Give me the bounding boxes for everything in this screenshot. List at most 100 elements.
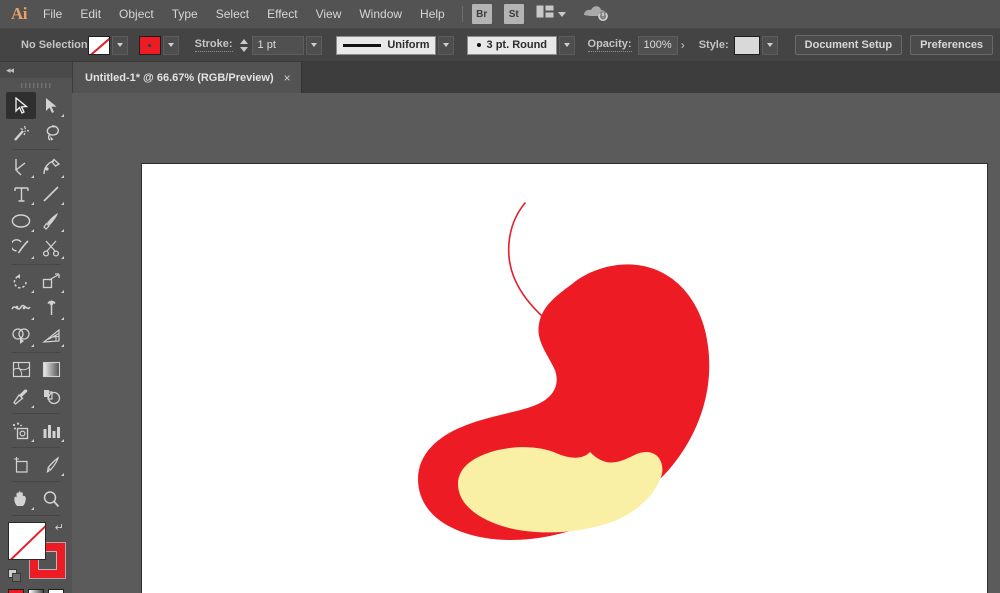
artboard[interactable] [141, 163, 988, 593]
tool-flyout-indicator[interactable] [61, 114, 64, 117]
eyedropper-tool[interactable] [6, 383, 36, 410]
ellipse-tool[interactable] [6, 207, 36, 234]
stroke-weight-stepper[interactable] [240, 35, 248, 55]
magic-wand-tool[interactable] [6, 119, 36, 146]
brush-definition-select[interactable]: 3 pt. Round [467, 36, 557, 55]
creative-cloud-icon[interactable] [582, 2, 608, 27]
graphic-style-group[interactable] [734, 36, 778, 55]
puppet-warp-tool[interactable] [36, 295, 66, 322]
stroke-weight-dropdown[interactable] [306, 36, 322, 55]
blend-tool[interactable] [36, 383, 66, 410]
color-button[interactable] [8, 589, 24, 593]
tool-flyout-indicator[interactable] [61, 202, 64, 205]
artboard-tool[interactable] [6, 451, 36, 478]
fill-swatch-group[interactable] [88, 36, 128, 55]
symbol-sprayer-tool[interactable] [6, 417, 36, 444]
tool-flyout-indicator[interactable] [31, 344, 34, 347]
brush-definition-group[interactable]: 3 pt. Round [467, 36, 575, 55]
menu-type[interactable]: Type [163, 0, 207, 29]
line-segment-tool[interactable] [36, 180, 66, 207]
hand-tool[interactable] [6, 485, 36, 512]
rotate-tool[interactable] [6, 268, 36, 295]
stroke-weight-input[interactable]: 1 pt [252, 36, 304, 55]
tool-flyout-indicator[interactable] [31, 439, 34, 442]
tool-flyout-indicator[interactable] [61, 175, 64, 178]
stroke-swatch-dropdown[interactable] [163, 36, 179, 55]
tool-flyout-indicator[interactable] [61, 344, 64, 347]
tool-flyout-indicator[interactable] [31, 507, 34, 510]
tool-flyout-indicator[interactable] [61, 473, 64, 476]
zoom-tool[interactable] [36, 485, 66, 512]
preferences-button[interactable]: Preferences [910, 35, 993, 55]
selection-tool[interactable] [6, 92, 36, 119]
scissors-tool[interactable] [36, 234, 66, 261]
stroke-profile-group[interactable]: Uniform [336, 36, 454, 55]
paintbrush-tool[interactable] [36, 207, 66, 234]
stroke-profile-dropdown[interactable] [438, 36, 454, 55]
menu-select[interactable]: Select [207, 0, 258, 29]
document-setup-button[interactable]: Document Setup [795, 35, 902, 55]
gradient-button[interactable] [28, 589, 44, 593]
slice-tool[interactable] [36, 451, 66, 478]
tool-flyout-indicator[interactable] [31, 229, 34, 232]
tool-flyout-indicator[interactable] [61, 439, 64, 442]
menu-file[interactable]: File [34, 0, 71, 29]
tool-flyout-indicator[interactable] [61, 256, 64, 259]
tool-flyout-indicator[interactable] [61, 229, 64, 232]
tool-flyout-indicator[interactable] [31, 202, 34, 205]
stroke-profile-select[interactable]: Uniform [336, 36, 436, 55]
shape-builder-tool[interactable] [6, 322, 36, 349]
tool-flyout-indicator[interactable] [31, 175, 34, 178]
shaper-tool[interactable] [6, 234, 36, 261]
menu-help[interactable]: Help [411, 0, 454, 29]
stepper-down-icon[interactable] [240, 47, 248, 52]
scale-tool[interactable] [36, 268, 66, 295]
opacity-input[interactable]: 100% [638, 36, 678, 55]
tool-flyout-indicator[interactable] [31, 256, 34, 259]
collapse-panel-arrows-icon[interactable]: ◂◂ [0, 62, 72, 78]
menu-effect[interactable]: Effect [258, 0, 306, 29]
document-tab[interactable]: Untitled-1* @ 66.67% (RGB/Preview) × [73, 62, 302, 93]
canvas-area[interactable] [72, 93, 1000, 593]
fill-swatch[interactable] [88, 36, 110, 55]
fill-swatch-dropdown[interactable] [112, 36, 128, 55]
graphic-style-swatch[interactable] [734, 36, 760, 55]
direct-selection-tool[interactable] [36, 92, 66, 119]
swap-fill-stroke-icon[interactable]: ↵ [55, 521, 64, 534]
none-button[interactable] [48, 589, 64, 593]
tool-flyout-indicator[interactable] [61, 290, 64, 293]
close-icon[interactable]: × [284, 72, 291, 84]
menu-window[interactable]: Window [350, 0, 411, 29]
curvature-tool[interactable] [36, 153, 66, 180]
bridge-button[interactable]: Br [472, 4, 492, 24]
menu-object[interactable]: Object [110, 0, 163, 29]
menu-view[interactable]: View [307, 0, 351, 29]
column-graph-tool[interactable] [36, 417, 66, 444]
menu-edit[interactable]: Edit [71, 0, 110, 29]
stroke-weight-group[interactable]: 1 pt [252, 36, 322, 55]
tool-flyout-indicator[interactable] [31, 405, 34, 408]
adobe-stock-button[interactable]: St [504, 4, 524, 24]
type-tool[interactable] [6, 180, 36, 207]
stroke-weight-label[interactable]: Stroke: [195, 38, 233, 52]
panel-grip-icon[interactable] [0, 78, 72, 92]
fill-none-proxy[interactable] [8, 522, 46, 560]
tool-flyout-indicator[interactable] [61, 317, 64, 320]
tool-flyout-indicator[interactable] [31, 317, 34, 320]
graphic-style-dropdown[interactable] [762, 36, 778, 55]
brush-definition-dropdown[interactable] [559, 36, 575, 55]
opacity-label[interactable]: Opacity: [588, 38, 632, 52]
perspective-grid-tool[interactable] [36, 322, 66, 349]
opacity-more-options[interactable]: › [681, 38, 685, 52]
gradient-tool[interactable] [36, 356, 66, 383]
tool-flyout-indicator[interactable] [31, 290, 34, 293]
arrange-documents-button[interactable] [536, 5, 566, 23]
stroke-swatch[interactable] [139, 36, 161, 55]
stroke-swatch-group[interactable] [139, 36, 179, 55]
stepper-up-icon[interactable] [240, 39, 248, 44]
default-fill-stroke-icon[interactable] [8, 569, 21, 582]
red-bean-illustration[interactable] [142, 164, 989, 593]
width-tool[interactable] [6, 295, 36, 322]
mesh-tool[interactable] [6, 356, 36, 383]
pen-tool[interactable] [6, 153, 36, 180]
